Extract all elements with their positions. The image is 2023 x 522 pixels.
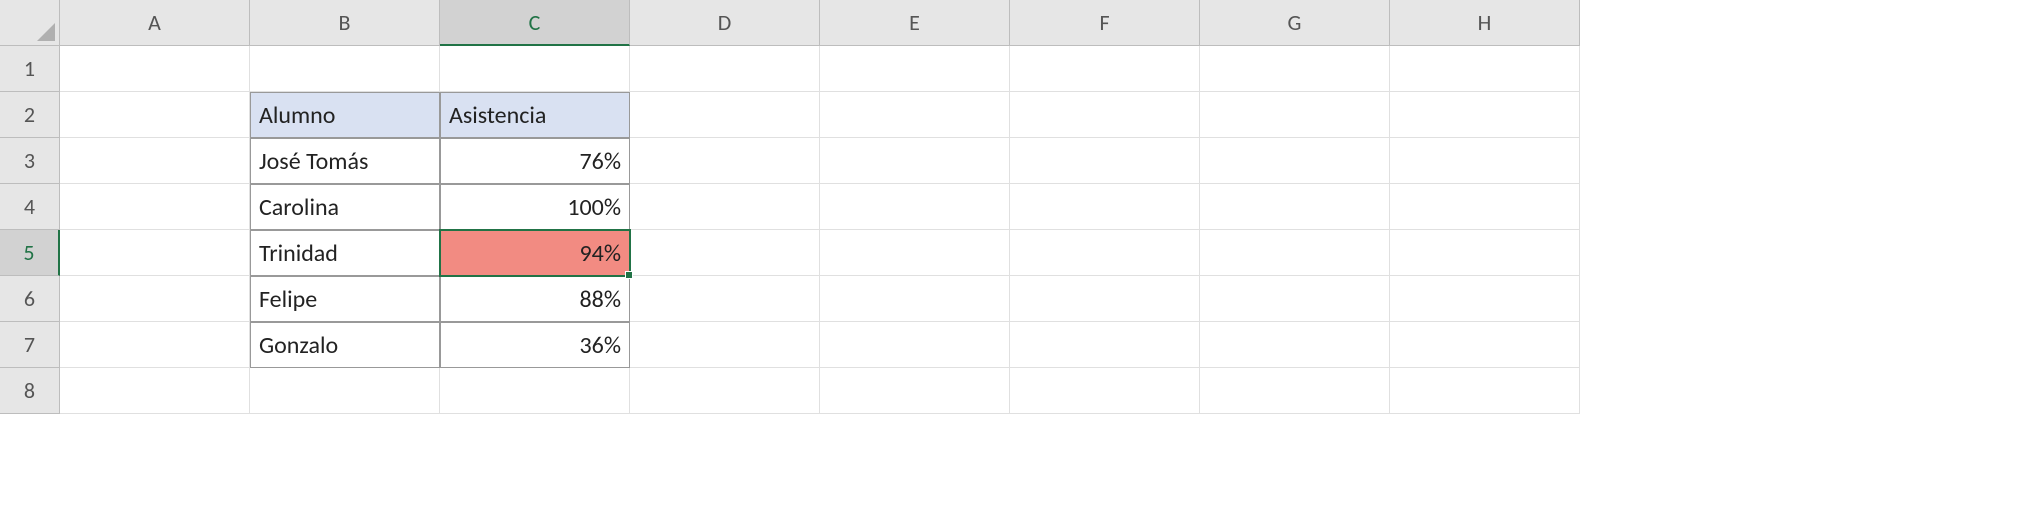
cell-F8[interactable] <box>1010 368 1200 414</box>
cell-G7[interactable] <box>1200 322 1390 368</box>
cell-E1[interactable] <box>820 46 1010 92</box>
cell-A4[interactable] <box>60 184 250 230</box>
col-header-F[interactable]: F <box>1010 0 1200 46</box>
cell-A2[interactable] <box>60 92 250 138</box>
cell-C4[interactable]: 100% <box>440 184 630 230</box>
cell-F2[interactable] <box>1010 92 1200 138</box>
cell-G8[interactable] <box>1200 368 1390 414</box>
cell-F3[interactable] <box>1010 138 1200 184</box>
cell-A5[interactable] <box>60 230 250 276</box>
cell-C3[interactable]: 76% <box>440 138 630 184</box>
cell-A7[interactable] <box>60 322 250 368</box>
cell-B6[interactable]: Felipe <box>250 276 440 322</box>
cell-E8[interactable] <box>820 368 1010 414</box>
cell-H4[interactable] <box>1390 184 1580 230</box>
cell-F7[interactable] <box>1010 322 1200 368</box>
cell-B3[interactable]: José Tomás <box>250 138 440 184</box>
cell-C2[interactable]: Asistencia <box>440 92 630 138</box>
cell-H3[interactable] <box>1390 138 1580 184</box>
row-header-4[interactable]: 4 <box>0 184 60 230</box>
cell-D8[interactable] <box>630 368 820 414</box>
col-header-B[interactable]: B <box>250 0 440 46</box>
cell-B1[interactable] <box>250 46 440 92</box>
row-header-7[interactable]: 7 <box>0 322 60 368</box>
col-header-H[interactable]: H <box>1390 0 1580 46</box>
cell-value: 94% <box>580 239 621 268</box>
cell-D2[interactable] <box>630 92 820 138</box>
cell-F6[interactable] <box>1010 276 1200 322</box>
col-header-E[interactable]: E <box>820 0 1010 46</box>
col-header-G[interactable]: G <box>1200 0 1390 46</box>
cell-F1[interactable] <box>1010 46 1200 92</box>
col-header-D[interactable]: D <box>630 0 820 46</box>
cell-E4[interactable] <box>820 184 1010 230</box>
cell-A6[interactable] <box>60 276 250 322</box>
cell-G5[interactable] <box>1200 230 1390 276</box>
cell-E2[interactable] <box>820 92 1010 138</box>
col-header-A[interactable]: A <box>60 0 250 46</box>
cell-C8[interactable] <box>440 368 630 414</box>
row-header-6[interactable]: 6 <box>0 276 60 322</box>
row-header-1[interactable]: 1 <box>0 46 60 92</box>
select-all-triangle-icon <box>37 23 55 41</box>
row-header-3[interactable]: 3 <box>0 138 60 184</box>
cell-A8[interactable] <box>60 368 250 414</box>
fill-handle[interactable] <box>625 271 633 279</box>
cell-B8[interactable] <box>250 368 440 414</box>
cell-D7[interactable] <box>630 322 820 368</box>
cell-F5[interactable] <box>1010 230 1200 276</box>
spreadsheet-grid[interactable]: A B C D E F G H 1 2 Alumno Asistencia 3 … <box>0 0 2023 414</box>
select-all-corner[interactable] <box>0 0 60 46</box>
cell-A3[interactable] <box>60 138 250 184</box>
cell-H1[interactable] <box>1390 46 1580 92</box>
cell-H6[interactable] <box>1390 276 1580 322</box>
cell-G2[interactable] <box>1200 92 1390 138</box>
row-header-5[interactable]: 5 <box>0 230 60 276</box>
row-header-8[interactable]: 8 <box>0 368 60 414</box>
cell-C1[interactable] <box>440 46 630 92</box>
cell-D5[interactable] <box>630 230 820 276</box>
cell-D1[interactable] <box>630 46 820 92</box>
cell-H2[interactable] <box>1390 92 1580 138</box>
cell-G4[interactable] <box>1200 184 1390 230</box>
cell-C5[interactable]: 94% <box>440 230 630 276</box>
cell-E5[interactable] <box>820 230 1010 276</box>
cell-C7[interactable]: 36% <box>440 322 630 368</box>
cell-D3[interactable] <box>630 138 820 184</box>
cell-E7[interactable] <box>820 322 1010 368</box>
row-header-2[interactable]: 2 <box>0 92 60 138</box>
cell-D6[interactable] <box>630 276 820 322</box>
cell-G3[interactable] <box>1200 138 1390 184</box>
cell-A1[interactable] <box>60 46 250 92</box>
cell-E6[interactable] <box>820 276 1010 322</box>
cell-D4[interactable] <box>630 184 820 230</box>
cell-B2[interactable]: Alumno <box>250 92 440 138</box>
cell-E3[interactable] <box>820 138 1010 184</box>
cell-G1[interactable] <box>1200 46 1390 92</box>
cell-H5[interactable] <box>1390 230 1580 276</box>
col-header-C[interactable]: C <box>440 0 630 46</box>
cell-B7[interactable]: Gonzalo <box>250 322 440 368</box>
cell-H7[interactable] <box>1390 322 1580 368</box>
cell-H8[interactable] <box>1390 368 1580 414</box>
cell-C6[interactable]: 88% <box>440 276 630 322</box>
cell-G6[interactable] <box>1200 276 1390 322</box>
cell-B4[interactable]: Carolina <box>250 184 440 230</box>
cell-F4[interactable] <box>1010 184 1200 230</box>
cell-B5[interactable]: Trinidad <box>250 230 440 276</box>
